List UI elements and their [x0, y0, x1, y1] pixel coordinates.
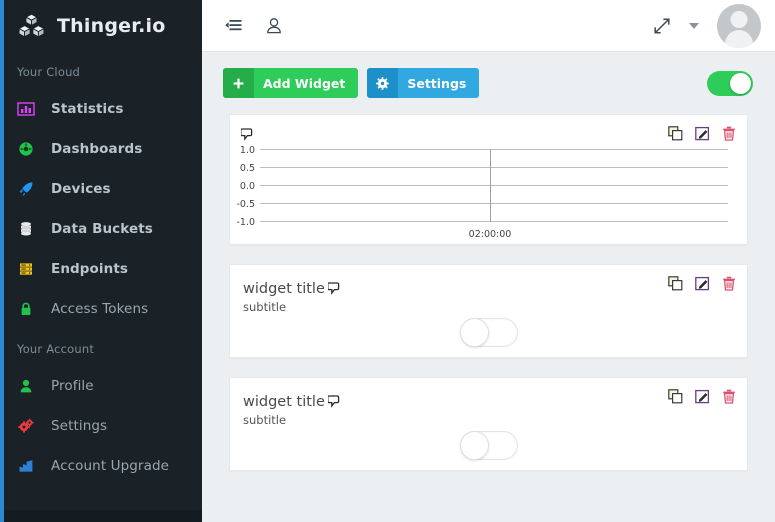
delete-icon[interactable] [722, 276, 736, 291]
widget-subtitle: subtitle [243, 413, 287, 427]
rocket-icon [17, 180, 35, 198]
main-content: Add Widget Settings 1.0 0.5 0.0 -0.5 -1.… [202, 0, 775, 522]
bar-chart-icon [17, 457, 35, 475]
svg-text:0.0: 0.0 [240, 181, 255, 192]
edit-icon[interactable] [695, 276, 710, 291]
brand[interactable]: Thinger.io [0, 0, 202, 52]
sidebar-item-profile[interactable]: Profile [0, 366, 202, 406]
topbar-left-group [224, 16, 284, 36]
sidebar-item-label: Profile [51, 378, 94, 394]
expand-arrows-icon[interactable] [653, 17, 671, 35]
widget-body [230, 314, 747, 357]
topbar [202, 0, 775, 52]
widget-toggle-switch[interactable] [459, 431, 518, 460]
dashboard-icon [17, 140, 35, 158]
comment-pointer-icon[interactable] [327, 282, 341, 296]
widget-title: widget title [243, 394, 325, 410]
sidebar-item-devices[interactable]: Devices [0, 169, 202, 209]
widget-chart: 1.0 0.5 0.0 -0.5 -1.0 02:00:00 [229, 114, 748, 245]
svg-text:1.0: 1.0 [240, 145, 255, 156]
sidebar-item-account-upgrade[interactable]: Account Upgrade [0, 446, 202, 486]
comment-pointer-icon[interactable] [327, 395, 341, 409]
sidebar-item-label: Dashboards [51, 141, 143, 157]
svg-text:-1.0: -1.0 [236, 217, 255, 228]
nav-section-your-account: Your Account [17, 342, 95, 356]
app-root: Thinger.io Your Cloud Statistics Dashboa… [0, 0, 775, 522]
svg-text:-0.5: -0.5 [236, 199, 255, 210]
sidebar-item-label: Data Buckets [51, 221, 153, 237]
chevron-down-icon[interactable] [689, 22, 699, 29]
lock-icon [17, 300, 35, 318]
chart-plot: 1.0 0.5 0.0 -0.5 -1.0 02:00:00 [230, 139, 747, 244]
sidebar-item-settings[interactable]: Settings [0, 406, 202, 446]
sidebar-item-label: Account Upgrade [51, 458, 170, 474]
cubes-icon [18, 13, 46, 39]
widget-actions [668, 276, 736, 291]
sidebar-item-endpoints[interactable]: Endpoints [0, 249, 202, 289]
settings-label: Settings [407, 75, 467, 91]
widget-toggle-switch[interactable] [459, 318, 518, 347]
add-widget-button[interactable]: Add Widget [223, 68, 359, 98]
sidebar-item-statistics[interactable]: Statistics [0, 89, 202, 129]
gear-icon [367, 68, 399, 98]
plus-icon [223, 68, 254, 98]
toggle-knob [730, 72, 751, 94]
avatar-head [730, 10, 748, 28]
edit-icon[interactable] [695, 389, 710, 404]
clone-icon[interactable] [668, 276, 683, 291]
server-icon [17, 260, 35, 278]
sidebar-item-label: Access Tokens [51, 301, 149, 317]
dashboard-master-toggle[interactable] [707, 70, 753, 96]
widget-actions [668, 389, 736, 404]
sidebar-item-label: Devices [51, 181, 111, 197]
sidebar-item-dashboards[interactable]: Dashboards [0, 129, 202, 169]
avatar[interactable] [717, 3, 761, 48]
user-outline-icon[interactable] [264, 16, 284, 36]
widget-title-row: widget title [243, 394, 341, 410]
sidebar-item-label: Settings [51, 418, 108, 434]
widget-subtitle: subtitle [243, 300, 287, 314]
svg-text:0.5: 0.5 [240, 163, 255, 174]
database-icon [17, 220, 35, 238]
add-widget-label: Add Widget [263, 75, 346, 91]
sidebar-item-label: Statistics [51, 101, 124, 117]
toggle-knob [459, 318, 489, 347]
widget-area: 1.0 0.5 0.0 -0.5 -1.0 02:00:00 widget ti… [202, 114, 775, 522]
toggle-knob [459, 431, 489, 460]
widget-toggle-2: widget title subtitle [229, 377, 748, 471]
delete-icon[interactable] [722, 389, 736, 404]
sidebar-item-access-tokens[interactable]: Access Tokens [0, 289, 202, 329]
settings-button[interactable]: Settings [367, 68, 480, 98]
widget-title-row: widget title [243, 281, 341, 297]
brand-label: Thinger.io [57, 15, 166, 37]
svg-text:02:00:00: 02:00:00 [469, 229, 512, 240]
user-icon [17, 377, 35, 395]
sidebar-scrollbar[interactable] [0, 0, 4, 522]
dashboard-toolbar: Add Widget Settings [202, 52, 775, 114]
clone-icon[interactable] [668, 389, 683, 404]
sidebar-item-data-buckets[interactable]: Data Buckets [0, 209, 202, 249]
nav-section-your-cloud: Your Cloud [17, 65, 81, 79]
sidebar-footer [4, 510, 202, 522]
gears-icon [17, 417, 35, 435]
indent-list-icon[interactable] [224, 17, 244, 35]
chart-bar-icon [17, 100, 35, 118]
sidebar-item-label: Endpoints [51, 261, 129, 277]
widget-body [230, 427, 747, 470]
sidebar: Thinger.io Your Cloud Statistics Dashboa… [0, 0, 202, 522]
widget-toggle-1: widget title subtitle [229, 264, 748, 358]
widget-title: widget title [243, 281, 325, 297]
topbar-right-group [653, 3, 761, 48]
avatar-body [725, 29, 753, 48]
